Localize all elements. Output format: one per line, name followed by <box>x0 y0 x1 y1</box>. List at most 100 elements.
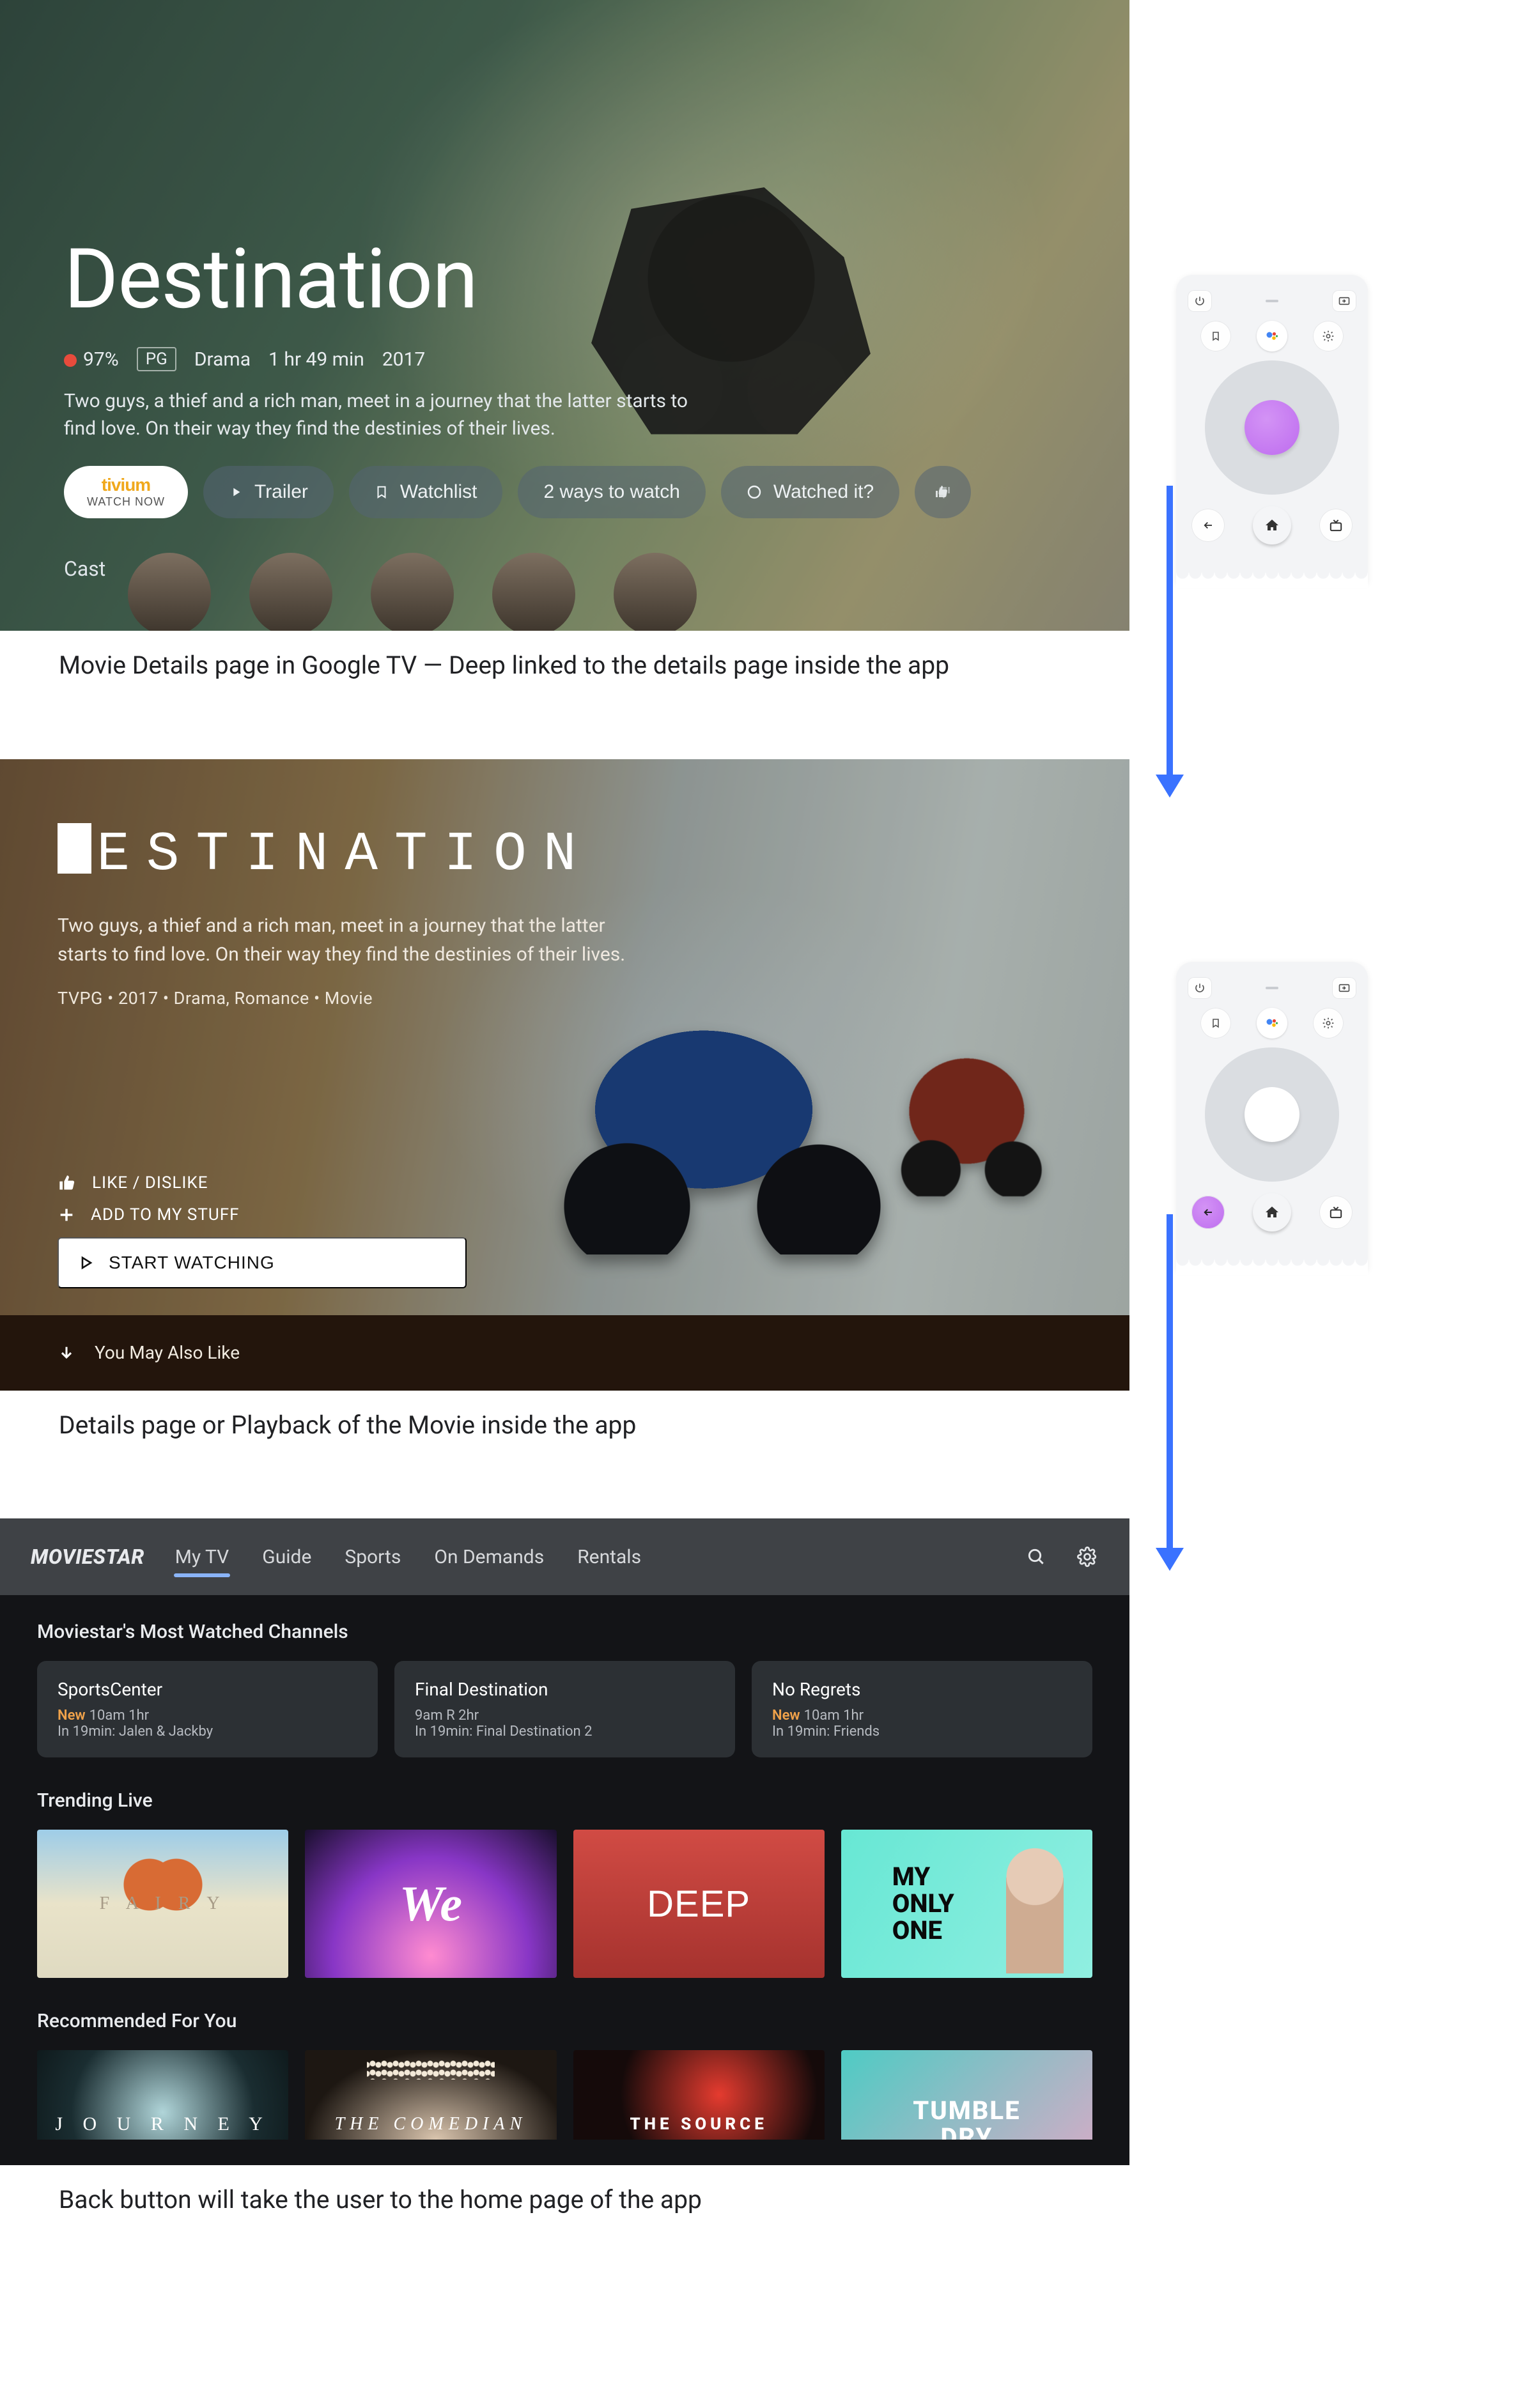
app-movie-description: Two guys, a thief and a rich man, meet i… <box>58 911 633 969</box>
tab-rentals[interactable]: Rentals <box>575 1524 644 1590</box>
play-outline-icon <box>78 1255 93 1270</box>
release-year: 2017 <box>382 348 425 371</box>
channel-next: In 19min: Final Destination 2 <box>415 1724 715 1740</box>
ways-to-watch-button[interactable]: 2 ways to watch <box>518 466 705 518</box>
search-icon[interactable] <box>1025 1545 1048 1568</box>
remote-home-button[interactable] <box>1253 506 1291 544</box>
caption-2: Details page or Playback of the Movie in… <box>0 1391 1520 1442</box>
tab-my-tv[interactable]: My TV <box>173 1524 231 1590</box>
app-details-panel: ESTINATION Two guys, a thief and a rich … <box>0 759 1129 1391</box>
trailer-label: Trailer <box>254 481 308 503</box>
section-trending-live: Trending Live F A I R Y We DEEP MY ONLY … <box>0 1764 1129 1984</box>
tab-on-demands[interactable]: On Demands <box>431 1524 547 1590</box>
remote-dpad[interactable] <box>1205 360 1339 495</box>
recommended-label: TUMBLE DRY <box>913 2097 1020 2140</box>
recommended-label: THE SOURCE <box>630 2115 767 2134</box>
remote-assistant-button[interactable] <box>1257 1008 1287 1038</box>
like-label: LIKE / DISLIKE <box>92 1173 208 1192</box>
play-icon <box>229 485 243 499</box>
nav-tabs: My TV Guide Sports On Demands Rentals <box>173 1524 644 1590</box>
app-movie-title: ESTINATION <box>58 823 1072 886</box>
plus-icon <box>58 1206 75 1224</box>
new-badge: New <box>772 1708 800 1724</box>
remote-ok-button[interactable] <box>1245 1087 1299 1142</box>
remote-input-button[interactable] <box>1332 977 1356 999</box>
you-may-also-like-row[interactable]: You May Also Like <box>0 1315 1129 1391</box>
watch-now-button[interactable]: tivium WATCH NOW <box>64 466 188 518</box>
section-title-trending: Trending Live <box>37 1789 1092 1812</box>
tab-guide[interactable]: Guide <box>260 1524 314 1590</box>
recommended-thumbs: J O U R N E Y THE COMEDIAN THE SOURCE TU… <box>37 2050 1092 2140</box>
trending-card[interactable]: We <box>305 1830 556 1978</box>
watched-it-button[interactable]: Watched it? <box>721 466 899 518</box>
watchlist-button[interactable]: Watchlist <box>349 466 503 518</box>
channel-card[interactable]: Final Destination 9am R 2hr In 19min: Fi… <box>394 1661 735 1757</box>
runtime: 1 hr 49 min <box>268 348 364 371</box>
recommended-card[interactable]: THE SOURCE <box>573 2050 825 2140</box>
cast-heading: Cast <box>64 557 1066 581</box>
thumbs-icon <box>934 484 952 500</box>
channel-card[interactable]: No Regrets New10am 1hr In 19min: Friends <box>752 1661 1092 1757</box>
thumbs-up-icon <box>58 1174 77 1192</box>
tab-sports[interactable]: Sports <box>342 1524 403 1590</box>
tomato-score: 97% <box>64 348 119 371</box>
trending-label: DEEP <box>647 1883 750 1926</box>
movie-metadata-row: 97% PG Drama 1 hr 49 min 2017 <box>64 347 1066 371</box>
remote-settings-button[interactable] <box>1313 1008 1344 1038</box>
channel-title: Final Destination <box>415 1679 715 1700</box>
add-to-my-stuff-button[interactable]: ADD TO MY STUFF <box>58 1205 467 1224</box>
app-brand: MOVIESTAR <box>31 1545 144 1569</box>
assistant-rate-button[interactable] <box>915 466 971 518</box>
action-buttons-row: tivium WATCH NOW Trailer Watchlist 2 way… <box>64 466 1066 518</box>
channel-next: In 19min: Friends <box>772 1724 1072 1740</box>
add-label: ADD TO MY STUFF <box>91 1205 239 1224</box>
arrow-down-icon <box>58 1344 75 1362</box>
trailer-button[interactable]: Trailer <box>203 466 334 518</box>
trending-card[interactable]: F A I R Y <box>37 1830 288 1978</box>
trending-card[interactable]: MY ONLY ONE <box>841 1830 1092 1978</box>
section-most-watched: Moviestar's Most Watched Channels Sports… <box>0 1595 1129 1764</box>
app-home-panel: MOVIESTAR My TV Guide Sports On Demands … <box>0 1518 1129 2165</box>
channel-meta: 9am R 2hr <box>415 1708 715 1724</box>
channel-card[interactable]: SportsCenter New10am 1hr In 19min: Jalen… <box>37 1661 378 1757</box>
remote-dpad[interactable] <box>1205 1047 1339 1182</box>
remote-home-button[interactable] <box>1253 1193 1291 1231</box>
channel-cards: SportsCenter New10am 1hr In 19min: Jalen… <box>37 1661 1092 1757</box>
tomato-icon <box>64 354 77 367</box>
remote-live-button[interactable] <box>1319 509 1353 542</box>
remote-assistant-button[interactable] <box>1257 321 1287 351</box>
start-watching-button[interactable]: START WATCHING <box>58 1237 467 1288</box>
recommended-card[interactable]: J O U R N E Y <box>37 2050 288 2140</box>
bookmark-icon <box>375 484 389 500</box>
remote-bookmark-button[interactable] <box>1200 321 1231 351</box>
remote-ok-button[interactable] <box>1245 400 1299 455</box>
channel-meta: New10am 1hr <box>58 1708 357 1724</box>
remote-bookmark-button[interactable] <box>1200 1008 1231 1038</box>
recommended-label: THE COMEDIAN <box>335 2114 527 2134</box>
remote-settings-button[interactable] <box>1313 321 1344 351</box>
movie-description: Two guys, a thief and a rich man, meet i… <box>64 388 716 443</box>
remote-live-button[interactable] <box>1319 1196 1353 1229</box>
remote-mic-icon <box>1266 987 1278 989</box>
section-title-recommended: Recommended For You <box>37 2010 1092 2032</box>
caption-1: Movie Details page in Google TV — Deep l… <box>0 631 1520 683</box>
recommended-card[interactable]: THE COMEDIAN <box>305 2050 556 2140</box>
genre: Drama <box>194 348 251 371</box>
remote-control-1 <box>1176 275 1368 583</box>
channel-title: SportsCenter <box>58 1679 357 1700</box>
app-movie-meta: TVPG • 2017 • Drama, Romance • Movie <box>58 988 1072 1008</box>
channel-title: No Regrets <box>772 1679 1072 1700</box>
like-dislike-button[interactable]: LIKE / DISLIKE <box>58 1173 467 1192</box>
settings-icon[interactable] <box>1076 1545 1099 1568</box>
remote-back-button[interactable] <box>1191 509 1225 542</box>
trending-card[interactable]: DEEP <box>573 1830 825 1978</box>
remote-power-button[interactable] <box>1188 977 1212 999</box>
start-label: START WATCHING <box>109 1253 275 1273</box>
recommended-card[interactable]: TUMBLE DRY <box>841 2050 1092 2140</box>
provider-sub: WATCH NOW <box>87 495 165 509</box>
remote-input-button[interactable] <box>1332 290 1356 312</box>
remote-power-button[interactable] <box>1188 290 1212 312</box>
title-first-letter-block <box>58 823 91 874</box>
remote-back-button-highlighted[interactable] <box>1191 1196 1225 1229</box>
recommended-label: J O U R N E Y <box>55 2113 270 2135</box>
